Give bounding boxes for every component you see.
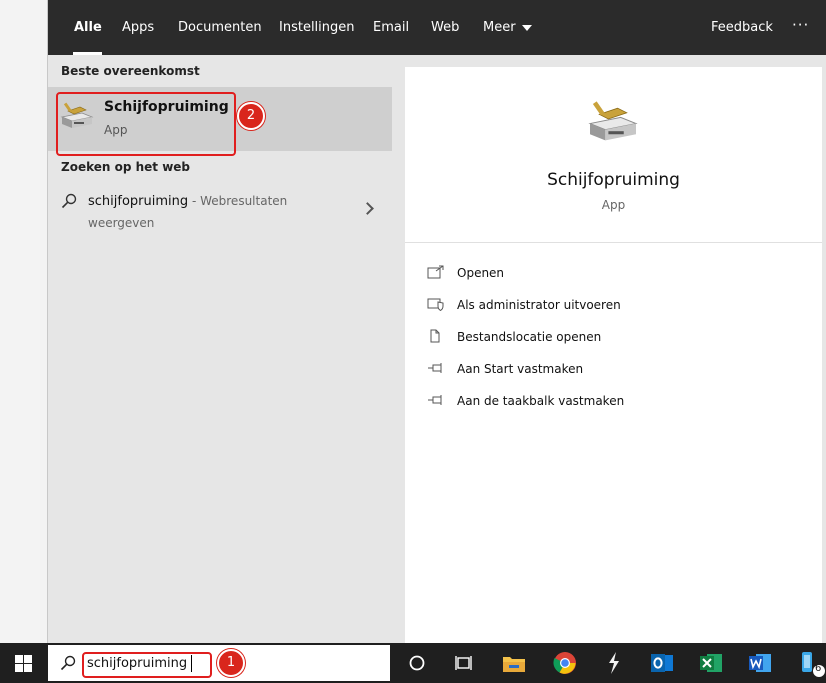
annotation-badge-2: 2	[237, 102, 265, 130]
best-match-header: Beste overeenkomst	[61, 64, 200, 78]
notification-count-badge: 6	[815, 663, 822, 674]
web-search-result[interactable]: schijfopruiming - Webresultaten weergeve…	[48, 186, 392, 238]
search-icon	[61, 193, 77, 209]
outlook-icon[interactable]	[648, 649, 676, 677]
chevron-down-icon	[521, 24, 532, 31]
chrome-icon[interactable]	[551, 649, 579, 677]
start-search-panel: Alle Apps Documenten Instellingen Email …	[47, 0, 826, 643]
action-run-as-admin-label: Als administrator uitvoeren	[457, 298, 621, 312]
tab-web[interactable]: Web	[431, 20, 459, 35]
annotation-highlight-search	[82, 652, 212, 678]
windows-start-icon	[15, 655, 32, 672]
preview-pane: Schijfopruiming App Openen Als administr…	[405, 67, 822, 643]
action-pin-to-start-label: Aan Start vastmaken	[457, 362, 584, 376]
action-open-label: Openen	[457, 266, 505, 280]
tab-apps[interactable]: Apps	[122, 20, 154, 35]
task-view-icon[interactable]	[450, 649, 478, 677]
admin-shield-icon	[427, 298, 444, 311]
tab-email[interactable]: Email	[373, 20, 409, 35]
word-icon[interactable]	[746, 649, 774, 677]
web-result-query: schijfopruiming	[88, 194, 189, 209]
file-explorer-icon[interactable]	[500, 649, 528, 677]
open-icon	[427, 265, 444, 279]
chevron-right-icon[interactable]	[361, 202, 374, 215]
pin-icon	[428, 395, 442, 405]
tab-meer-label: Meer	[483, 20, 516, 35]
web-result-suffix: - Webresultaten	[188, 194, 288, 208]
web-result-line2: weergeven	[88, 216, 155, 230]
preview-title: Schijfopruiming	[547, 170, 680, 190]
tab-alle[interactable]: Alle	[74, 20, 102, 35]
action-pin-to-taskbar-label: Aan de taakbalk vastmaken	[457, 394, 625, 408]
feedback-button[interactable]: Feedback	[711, 20, 773, 35]
tab-documenten[interactable]: Documenten	[178, 20, 262, 35]
tab-instellingen[interactable]: Instellingen	[279, 20, 355, 35]
desktop-background-strip	[0, 0, 47, 643]
phone-icon[interactable]	[796, 649, 826, 677]
more-options-button[interactable]: ···	[792, 16, 809, 34]
taskbar: schijfopruiming 1 6	[0, 643, 826, 683]
disk-cleanup-large-icon	[588, 101, 638, 141]
web-search-header: Zoeken op het web	[61, 160, 191, 174]
tab-meer[interactable]: Meer	[483, 20, 532, 35]
search-icon	[60, 655, 76, 671]
cortana-icon[interactable]	[403, 649, 431, 677]
annotation-badge-1: 1	[217, 649, 245, 677]
preview-header: Schijfopruiming App	[405, 67, 822, 243]
web-result-text: schijfopruiming - Webresultaten	[88, 194, 287, 209]
search-filter-bar: Alle Apps Documenten Instellingen Email …	[48, 0, 826, 55]
app-bolt-icon[interactable]	[600, 649, 628, 677]
active-tab-indicator	[73, 52, 102, 55]
annotation-highlight-result	[56, 92, 236, 156]
action-open-file-location-label: Bestandslocatie openen	[457, 330, 602, 344]
excel-icon[interactable]	[697, 649, 725, 677]
start-button[interactable]	[0, 643, 47, 683]
pin-icon	[428, 363, 442, 373]
file-location-icon	[430, 329, 440, 343]
preview-subtitle: App	[601, 198, 626, 212]
